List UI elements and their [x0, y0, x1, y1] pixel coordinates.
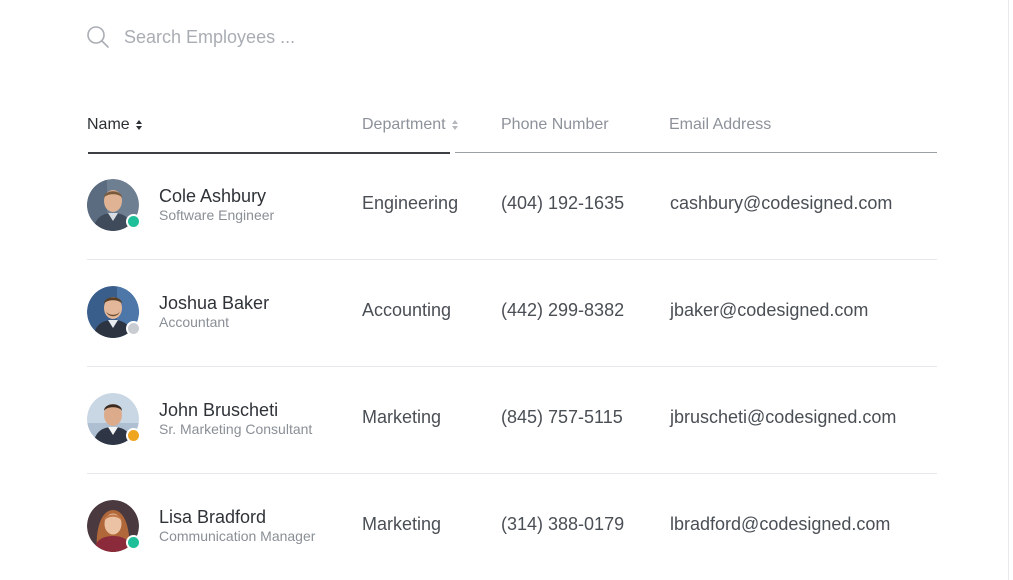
email-cell[interactable]: cashbury@codesigned.com [670, 193, 892, 214]
person-info: Lisa Bradford Communication Manager [159, 506, 315, 544]
table-header: Name Department Phone Number Email Addre… [87, 110, 937, 154]
table-row[interactable]: John Bruscheti Sr. Marketing Consultant … [87, 367, 937, 474]
person-info: John Bruscheti Sr. Marketing Consultant [159, 399, 312, 437]
column-header-label: Email Address [669, 116, 772, 133]
employee-name[interactable]: Cole Ashbury [159, 185, 274, 207]
phone-cell: (442) 299-8382 [501, 300, 625, 320]
employee-name[interactable]: John Bruscheti [159, 399, 312, 421]
table-row[interactable]: Joshua Baker Accountant Accounting (442)… [87, 260, 937, 367]
column-header-label: Name [87, 116, 130, 133]
avatar[interactable] [87, 500, 141, 552]
email-cell[interactable]: jbruscheti@codesigned.com [670, 407, 896, 428]
phone-cell: (845) 757-5115 [501, 407, 623, 427]
employee-role: Communication Manager [159, 528, 316, 544]
status-dot [126, 321, 141, 336]
department-cell: Marketing [362, 514, 442, 534]
sort-icon[interactable] [451, 118, 460, 132]
table-row[interactable]: Lisa Bradford Communication Manager Mark… [87, 474, 937, 580]
search-bar[interactable] [86, 24, 384, 50]
employee-table-body: Cole Ashbury Software Engineer Engineeri… [87, 153, 937, 580]
employee-name[interactable]: Lisa Bradford [159, 506, 315, 528]
avatar[interactable] [87, 179, 141, 231]
column-header-name[interactable]: Name [87, 116, 144, 134]
department-cell: Marketing [362, 407, 442, 427]
employee-role: Accountant [159, 314, 230, 330]
person-info: Cole Ashbury Software Engineer [159, 185, 274, 223]
employee-role: Sr. Marketing Consultant [159, 421, 313, 437]
employee-name[interactable]: Joshua Baker [159, 292, 269, 314]
department-cell: Engineering [362, 193, 459, 213]
sort-icon[interactable] [135, 118, 144, 132]
column-header-label: Phone Number [501, 116, 609, 133]
column-header-phone: Phone Number [501, 116, 609, 134]
status-dot [126, 214, 141, 229]
phone-cell: (404) 192-1635 [501, 193, 625, 213]
search-icon [86, 25, 110, 49]
status-dot [126, 428, 141, 443]
avatar[interactable] [87, 393, 141, 445]
department-cell: Accounting [362, 300, 452, 320]
email-cell[interactable]: lbradford@codesigned.com [670, 514, 890, 535]
column-header-department[interactable]: Department [362, 116, 460, 134]
phone-cell: (314) 388-0179 [501, 514, 625, 534]
email-cell[interactable]: jbaker@codesigned.com [670, 300, 868, 321]
table-row[interactable]: Cole Ashbury Software Engineer Engineeri… [87, 153, 937, 260]
employee-role: Software Engineer [159, 207, 275, 223]
avatar[interactable] [87, 286, 141, 338]
column-header-label: Department [362, 116, 446, 133]
person-info: Joshua Baker Accountant [159, 292, 269, 330]
search-input[interactable] [124, 26, 384, 48]
column-header-email: Email Address [669, 116, 771, 134]
status-dot [126, 535, 141, 550]
panel-divider [1008, 0, 1009, 580]
